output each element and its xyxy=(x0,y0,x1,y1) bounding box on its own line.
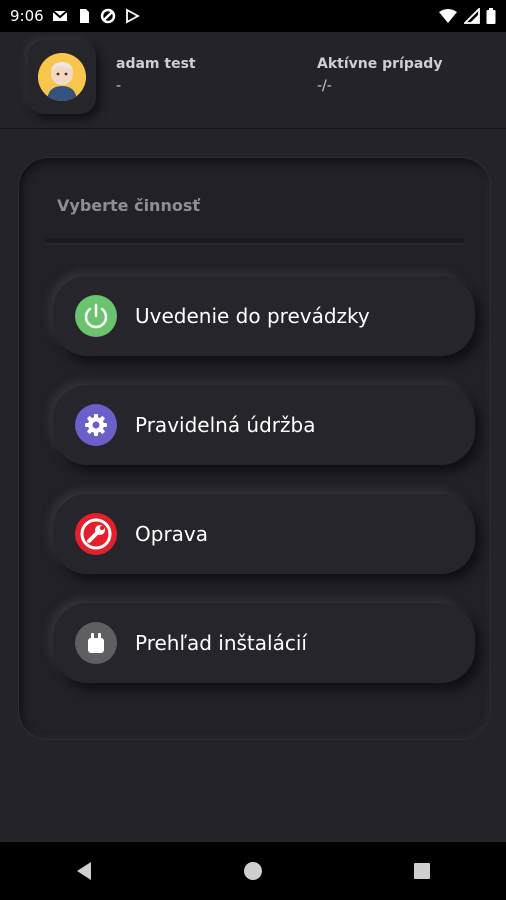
card-title: Vyberte činnosť xyxy=(57,196,200,215)
repair-button[interactable]: Oprava xyxy=(53,494,475,574)
battery-icon xyxy=(486,8,496,24)
active-cases: Aktívne prípady -/- xyxy=(317,56,442,94)
device-icon xyxy=(75,622,117,664)
navigation-bar xyxy=(0,842,506,900)
user-avatar-icon xyxy=(38,53,86,101)
avatar-button[interactable] xyxy=(28,40,96,114)
status-bar: 9:06 xyxy=(0,0,506,32)
user-info: adam test - xyxy=(116,56,196,94)
repair-label: Oprava xyxy=(135,522,209,546)
active-cases-label: Aktívne prípady xyxy=(317,56,443,72)
installations-overview-label: Prehľad inštalácií xyxy=(135,631,307,655)
wrench-icon xyxy=(75,513,117,555)
wifi-icon xyxy=(439,9,457,23)
commissioning-button[interactable]: Uvedenie do prevádzky xyxy=(53,276,475,356)
header: adam test - Aktívne prípady -/- xyxy=(0,32,506,129)
maintenance-label: Pravidelná údržba xyxy=(135,413,316,437)
data-saver-icon xyxy=(100,8,115,24)
status-time: 9:06 xyxy=(10,7,44,25)
status-right xyxy=(438,8,496,24)
installations-overview-button[interactable]: Prehľad inštalácií xyxy=(53,603,475,683)
power-icon xyxy=(75,295,117,337)
commissioning-label: Uvedenie do prevádzky xyxy=(135,304,370,328)
gmail-icon xyxy=(52,10,68,21)
sim-icon xyxy=(79,9,89,23)
active-cases-value: -/- xyxy=(317,78,332,94)
signal-icon xyxy=(464,8,480,24)
activity-card: Vyberte činnosť Uvedenie do prevádzky Pr… xyxy=(18,157,491,740)
avatar xyxy=(38,53,86,101)
recents-icon[interactable] xyxy=(402,851,442,891)
home-icon[interactable] xyxy=(233,851,273,891)
maintenance-button[interactable]: Pravidelná údržba xyxy=(53,385,475,465)
gear-icon xyxy=(75,404,117,446)
play-store-icon xyxy=(125,8,140,24)
status-left: 9:06 xyxy=(10,7,140,25)
divider xyxy=(45,238,465,243)
back-icon[interactable] xyxy=(64,851,104,891)
user-value: - xyxy=(116,78,122,94)
user-name: adam test xyxy=(116,56,196,72)
